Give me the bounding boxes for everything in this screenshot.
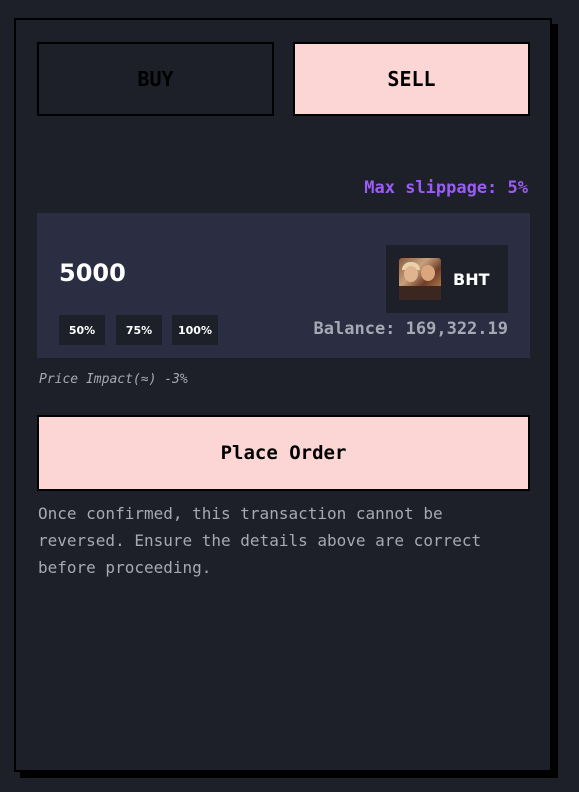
percent-75-button[interactable]: 75% — [116, 315, 162, 345]
tab-buy[interactable]: BUY — [37, 42, 274, 116]
price-impact-label: Price Impact(≈) -3% — [39, 372, 188, 387]
tab-sell[interactable]: SELL — [293, 42, 530, 116]
token-avatar-icon — [399, 258, 441, 300]
amount-input[interactable]: 5000 — [59, 259, 126, 287]
percent-100-button[interactable]: 100% — [172, 315, 218, 345]
percent-50-button[interactable]: 50% — [59, 315, 105, 345]
balance-label: Balance: 169,322.19 — [313, 319, 508, 339]
order-input-box: 5000 50% 75% 100% BHT Balance: 169,322.1… — [37, 213, 530, 358]
place-order-button[interactable]: Place Order — [37, 415, 530, 491]
token-selector[interactable]: BHT — [386, 245, 508, 313]
trade-panel: BUY SELL Max slippage: 5% 5000 50% 75% 1… — [14, 18, 552, 772]
disclaimer-text: Once confirmed, this transaction cannot … — [38, 504, 482, 577]
token-symbol: BHT — [453, 269, 490, 289]
max-slippage-label[interactable]: Max slippage: 5% — [364, 178, 528, 198]
